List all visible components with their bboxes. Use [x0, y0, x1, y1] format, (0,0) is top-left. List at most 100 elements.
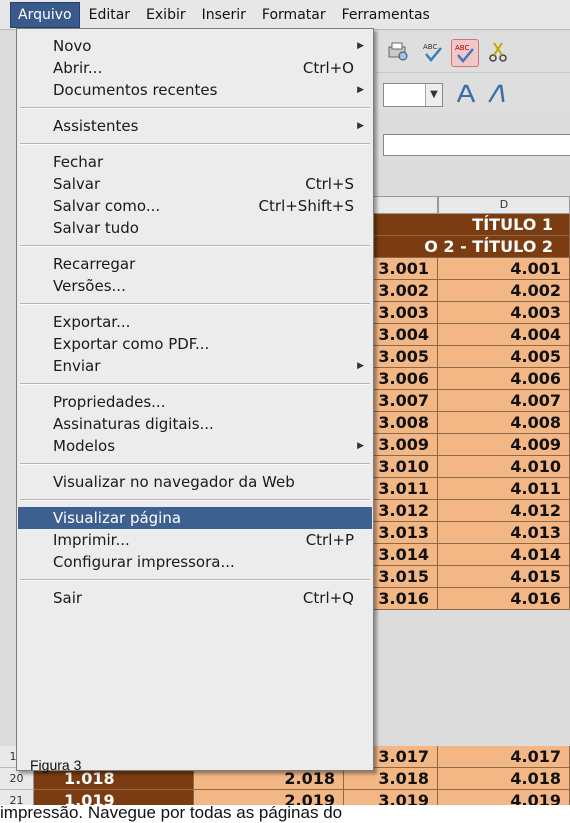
menu-item-label: Modelos	[53, 437, 116, 455]
menu-item-shortcut: Ctrl+Shift+S	[258, 197, 354, 215]
menu-item[interactable]: Configurar impressora...	[18, 551, 372, 573]
menu-item[interactable]: Recarregar	[18, 253, 372, 275]
menu-item-label: Sair	[53, 589, 83, 607]
cell-d[interactable]: 4.016	[438, 588, 570, 610]
column-header-d[interactable]: D	[438, 196, 570, 214]
menu-item[interactable]: Assistentes ▶	[18, 115, 372, 137]
menu-arquivo[interactable]: Arquivo	[10, 1, 80, 28]
menu-item[interactable]: Fechar	[18, 151, 372, 173]
cell-c[interactable]: 3.005	[370, 346, 438, 368]
menu-separator	[20, 463, 370, 465]
menu-item[interactable]: Modelos ▶	[18, 435, 372, 457]
cell-d[interactable]: 4.008	[438, 412, 570, 434]
font-size-combo[interactable]: ▼	[383, 83, 443, 107]
cell-c[interactable]: 3.002	[370, 280, 438, 302]
row-number[interactable]: 20	[0, 768, 34, 790]
cell-d[interactable]: 4.010	[438, 456, 570, 478]
cell-c[interactable]: 3.012	[370, 500, 438, 522]
menu-item[interactable]: Visualizar no navegador da Web	[18, 471, 372, 493]
menu-item-label: Abrir...	[53, 59, 103, 77]
menu-inserir[interactable]: Inserir	[195, 3, 253, 27]
cell-d[interactable]: 4.015	[438, 566, 570, 588]
cell-c[interactable]: 3.015	[370, 566, 438, 588]
autospellcheck-icon[interactable]: ABC	[451, 39, 479, 67]
menu-item[interactable]: Novo ▶	[18, 35, 372, 57]
cell-b[interactable]: 2.018	[194, 768, 344, 790]
menu-item[interactable]: Salvar Ctrl+S	[18, 173, 372, 195]
cell-c[interactable]: 3.004	[370, 324, 438, 346]
cell-d[interactable]: 4.009	[438, 434, 570, 456]
title-cell-2[interactable]: O 2 - TÍTULO 2	[370, 236, 570, 258]
chevron-down-icon[interactable]: ▼	[425, 84, 442, 106]
cell-c[interactable]: 3.008	[370, 412, 438, 434]
column-header-c[interactable]	[370, 196, 438, 214]
menu-item[interactable]: Abrir... Ctrl+O	[18, 57, 372, 79]
cell-c[interactable]: 3.007	[370, 390, 438, 412]
cell-c[interactable]: 3.019	[344, 790, 438, 805]
submenu-arrow-icon: ▶	[357, 41, 364, 51]
menu-exibir[interactable]: Exibir	[139, 3, 193, 27]
print-preview-icon[interactable]	[385, 39, 411, 65]
cell-c[interactable]: 3.009	[370, 434, 438, 456]
menu-item[interactable]: Salvar como... Ctrl+Shift+S	[18, 195, 372, 217]
menu-item[interactable]: Salvar tudo	[18, 217, 372, 239]
menu-item-label: Fechar	[53, 153, 104, 171]
menu-editar[interactable]: Editar	[82, 3, 137, 27]
menu-separator	[20, 499, 370, 501]
spellcheck-icon[interactable]: ABC	[420, 39, 446, 65]
menu-item[interactable]: Enviar ▶	[18, 355, 372, 377]
menu-item-label: Salvar tudo	[53, 219, 139, 237]
cell-d[interactable]: 4.004	[438, 324, 570, 346]
cell-d[interactable]: 4.019	[438, 790, 570, 805]
cell-c[interactable]: 3.001	[370, 258, 438, 280]
cell-d[interactable]: 4.005	[438, 346, 570, 368]
menu-item-label: Salvar	[53, 175, 101, 193]
menu-item[interactable]: Assinaturas digitais...	[18, 413, 372, 435]
menu-item[interactable]: Exportar...	[18, 311, 372, 333]
formula-input[interactable]	[383, 134, 570, 156]
menu-item[interactable]: Versões...	[18, 275, 372, 297]
menu-item[interactable]: Imprimir... Ctrl+P	[18, 529, 372, 551]
cell-c[interactable]: 3.010	[370, 456, 438, 478]
cell-c[interactable]: 3.003	[370, 302, 438, 324]
menu-item-shortcut: Ctrl+Q	[302, 589, 354, 607]
title-cell-1[interactable]: TÍTULO 1	[370, 214, 570, 236]
menu-ferramentas[interactable]: Ferramentas	[335, 3, 437, 27]
cell-d[interactable]: 4.017	[438, 746, 570, 768]
submenu-arrow-icon: ▶	[357, 361, 364, 371]
file-menu-dropdown: Novo ▶ Abrir... Ctrl+O Documentos recentes ▶ A…	[16, 28, 374, 771]
menu-item[interactable]: Propriedades...	[18, 391, 372, 413]
menu-item-label: Visualizar página	[53, 509, 182, 527]
cell-c[interactable]: 3.011	[370, 478, 438, 500]
menu-item[interactable]: Visualizar página	[18, 507, 372, 529]
menu-item[interactable]: Sair Ctrl+Q	[18, 587, 372, 609]
menu-item-shortcut: Ctrl+S	[305, 175, 354, 193]
cell-c[interactable]: 3.018	[344, 768, 438, 790]
cell-c[interactable]: 3.014	[370, 544, 438, 566]
menu-item-label: Exportar como PDF...	[53, 335, 210, 353]
cell-d[interactable]: 4.001	[438, 258, 570, 280]
cell-d[interactable]: 4.014	[438, 544, 570, 566]
cell-c[interactable]: 3.013	[370, 522, 438, 544]
menu-formatar[interactable]: Formatar	[255, 3, 333, 27]
cell-d[interactable]: 4.003	[438, 302, 570, 324]
menu-item-label: Assinaturas digitais...	[53, 415, 214, 433]
cell-d[interactable]: 4.013	[438, 522, 570, 544]
cell-d[interactable]: 4.006	[438, 368, 570, 390]
cut-icon[interactable]	[485, 39, 511, 65]
menu-item[interactable]: Exportar como PDF...	[18, 333, 372, 355]
cell-c[interactable]: 3.006	[370, 368, 438, 390]
italic-icon[interactable]	[485, 81, 511, 107]
cell-d[interactable]: 4.018	[438, 768, 570, 790]
cell-d[interactable]: 4.002	[438, 280, 570, 302]
cell-d[interactable]: 4.007	[438, 390, 570, 412]
font-color-icon[interactable]	[453, 81, 479, 107]
menu-item-label: Recarregar	[53, 255, 136, 273]
cell-d[interactable]: 4.012	[438, 500, 570, 522]
cell-d[interactable]: 4.011	[438, 478, 570, 500]
formula-bar	[375, 130, 570, 158]
menu-item[interactable]: Documentos recentes ▶	[18, 79, 372, 101]
cell-c[interactable]: 3.016	[370, 588, 438, 610]
body-text: impressão. Navegue por todas as páginas …	[0, 803, 343, 822]
menu-separator	[20, 245, 370, 247]
